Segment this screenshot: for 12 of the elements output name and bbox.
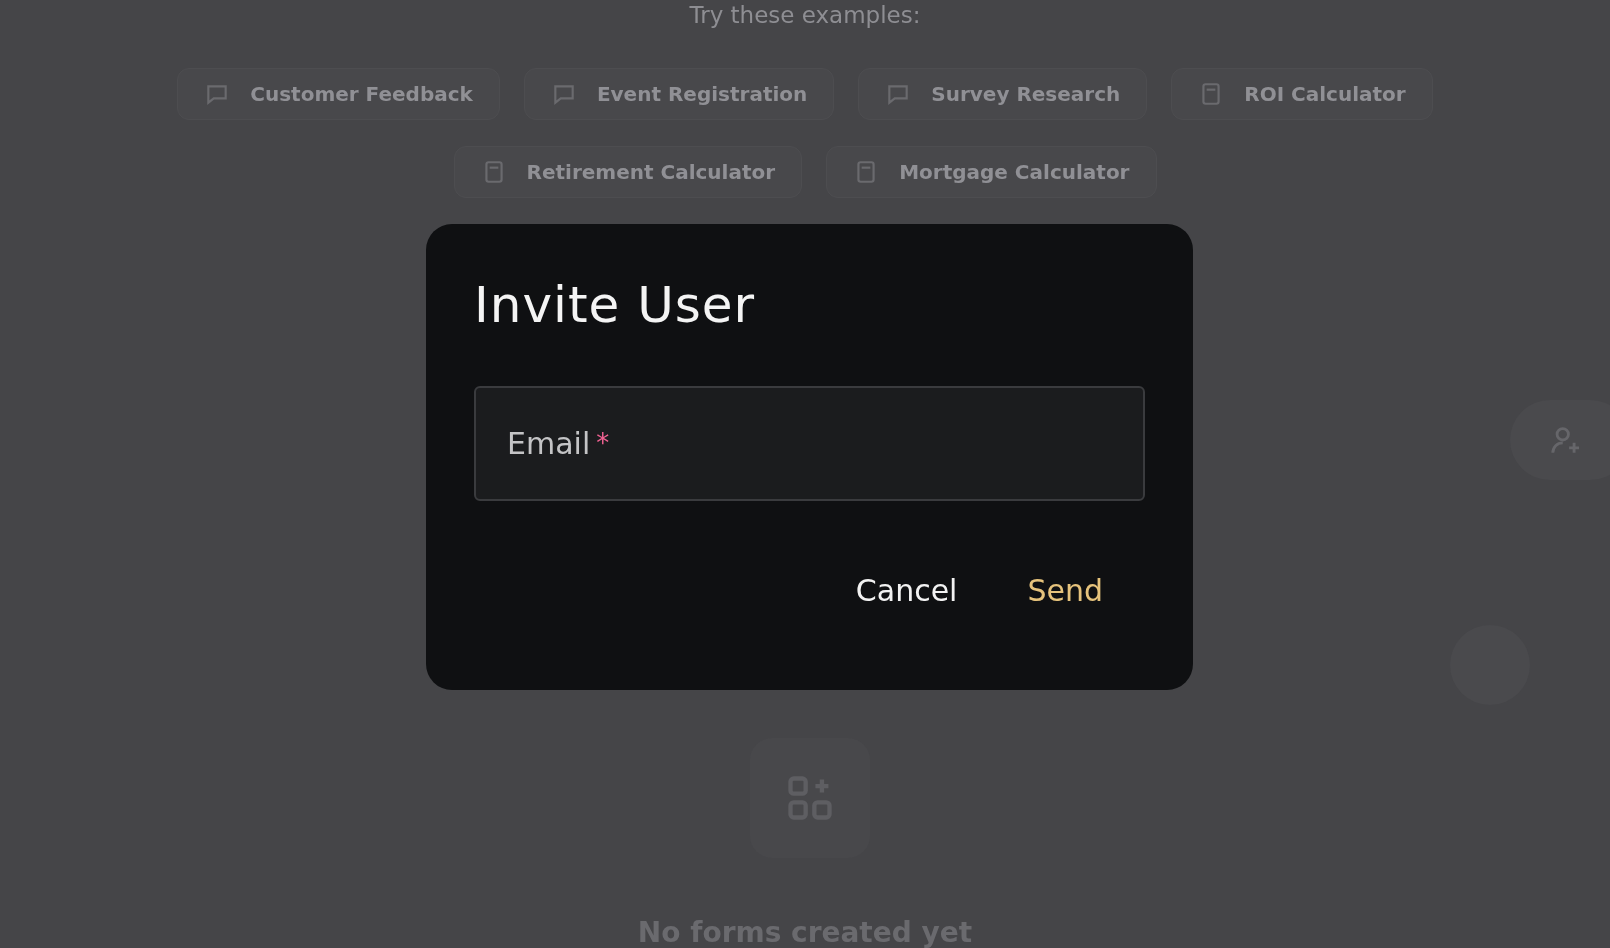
- example-chip[interactable]: Mortgage Calculator: [826, 146, 1157, 198]
- email-field[interactable]: Email *: [474, 386, 1145, 501]
- cancel-button[interactable]: Cancel: [835, 561, 978, 620]
- example-chip[interactable]: Customer Feedback: [177, 68, 500, 120]
- example-chip[interactable]: Retirement Calculator: [453, 146, 803, 198]
- examples-prompt: Try these examples:: [689, 2, 921, 28]
- dialog-title: Invite User: [474, 276, 756, 334]
- example-chip[interactable]: Event Registration: [523, 68, 835, 120]
- invite-pill-button[interactable]: [1510, 400, 1610, 480]
- example-chip[interactable]: ROI Calculator: [1171, 68, 1433, 120]
- send-button[interactable]: Send: [1007, 561, 1123, 620]
- example-chip[interactable]: Survey Research: [858, 68, 1148, 120]
